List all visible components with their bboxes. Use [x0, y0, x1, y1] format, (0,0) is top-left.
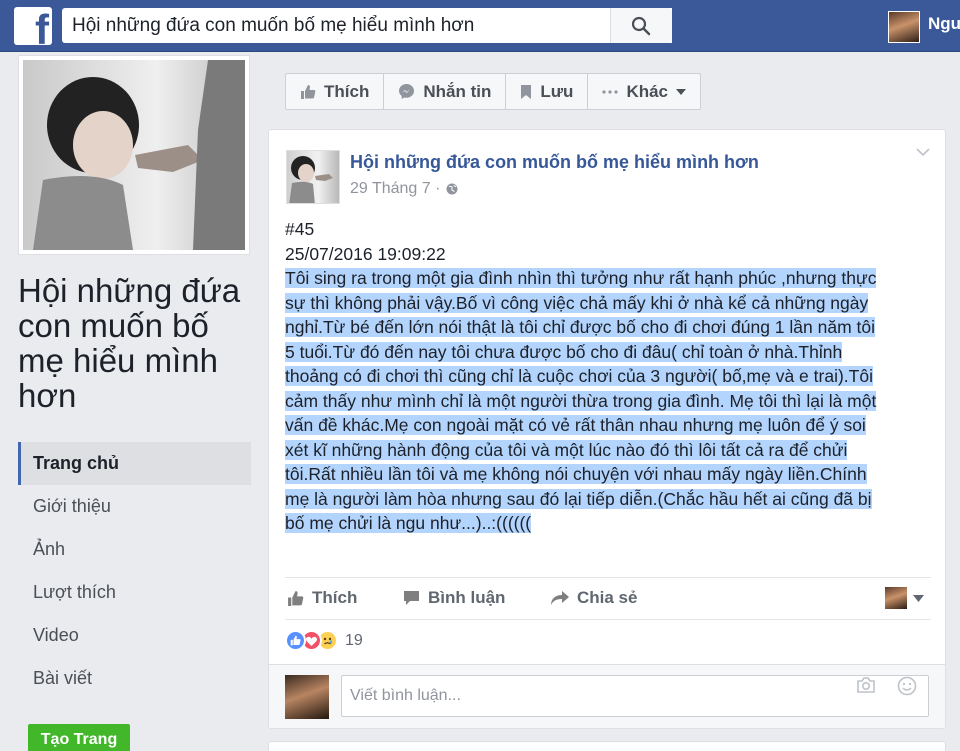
divider [285, 619, 931, 620]
comment-input[interactable]: Viết bình luận... [341, 675, 929, 717]
post-text-line: xét kĩ những hành động của tôi và một lú… [285, 439, 848, 460]
facebook-logo[interactable]: f [14, 7, 52, 45]
like-page-label: Thích [324, 81, 370, 101]
bookmark-icon [521, 84, 532, 99]
reaction-count[interactable]: 19 [345, 632, 363, 650]
save-button[interactable]: Lưu [506, 74, 589, 109]
post-author-avatar[interactable] [286, 150, 340, 204]
reactions-summary[interactable]: 19 [285, 630, 363, 651]
comment-icon [404, 591, 419, 605]
post-text-line: sự thì không phải vậy.Bố vì công việc ch… [285, 292, 869, 313]
like-icon [301, 84, 316, 99]
nav-item-likes[interactable]: Lượt thích [18, 571, 251, 614]
user-avatar[interactable] [888, 11, 920, 43]
globe-icon [446, 183, 458, 195]
profile-image [23, 60, 245, 250]
message-button[interactable]: Nhắn tin [384, 74, 507, 109]
next-post-card [268, 741, 946, 751]
post-text-line: nghỉ.Từ bé đến lớn nói thật là tôi chỉ đ… [285, 317, 876, 337]
save-label: Lưu [540, 81, 574, 101]
logo-letter: f [35, 7, 49, 46]
divider [285, 577, 931, 578]
share-icon [551, 590, 569, 605]
post-comment-label: Bình luận [428, 588, 506, 607]
top-bar: f Hội những đứa con muốn bố mẹ hiểu mình… [0, 0, 960, 52]
emoji-icon[interactable] [897, 676, 917, 696]
like-icon [288, 590, 304, 606]
messenger-icon [399, 84, 415, 99]
page-profile-picture[interactable] [18, 55, 250, 255]
post-action-bar: Thích Bình luận Chia sẻ [285, 581, 931, 615]
post-date[interactable]: 29 Tháng 7 · [350, 180, 440, 198]
page-title: Hội những đứa con muốn bố mẹ hiểu mình h… [18, 272, 241, 414]
share-as-avatar[interactable] [885, 587, 907, 609]
chevron-down-icon [676, 88, 687, 95]
comment-composer: Viết bình luận... [269, 664, 945, 728]
post-text-line: Tôi sing ra trong một gia đình nhìn thì … [285, 268, 877, 288]
post-text-line: cảm thấy như mình chỉ là một người thừa … [285, 390, 877, 411]
post-comment-button[interactable]: Bình luận [403, 581, 505, 615]
post-text-line: 5 tuổi.Từ đó đến nay tôi chưa được bố ch… [285, 341, 843, 362]
more-dots-icon [602, 89, 619, 94]
more-button[interactable]: Khác [588, 74, 700, 109]
post-text-line: vấn đề khác.Mẹ con ngoài mặt có vẻ rất t… [285, 415, 866, 435]
chevron-down-icon[interactable] [913, 595, 924, 602]
user-name-link[interactable]: Ngu [928, 14, 960, 34]
post-share-label: Chia sẻ [577, 588, 638, 607]
search-input[interactable]: Hội những đứa con muốn bố mẹ hiểu mình h… [62, 8, 672, 43]
post-meta: 29 Tháng 7 · [350, 180, 458, 198]
nav-item-videos[interactable]: Video [18, 614, 251, 657]
page-navigation: Trang chủ Giới thiệu Ảnh Lượt thích Vide… [18, 442, 251, 700]
search-button[interactable] [610, 8, 672, 43]
commenter-avatar [285, 675, 329, 719]
post-author-name[interactable]: Hội những đứa con muốn bố mẹ hiểu mình h… [350, 152, 759, 173]
post-like-button[interactable]: Thích [287, 581, 357, 615]
post-card: Hội những đứa con muốn bố mẹ hiểu mình h… [268, 129, 946, 729]
create-page-button[interactable]: Tạo Trang [28, 724, 130, 751]
message-label: Nhắn tin [423, 81, 492, 101]
post-number: #45 [285, 219, 315, 239]
post-text-line: bố mẹ chửi là ngu như...)..:(((((( [285, 513, 532, 533]
like-reaction-icon [285, 630, 306, 651]
camera-icon[interactable] [856, 676, 876, 694]
post-timestamp: 25/07/2016 19:09:22 [285, 243, 446, 264]
post-share-button[interactable]: Chia sẻ [551, 581, 637, 615]
nav-item-about[interactable]: Giới thiệu [18, 485, 251, 528]
post-options-chevron-icon[interactable] [916, 148, 930, 157]
post-text-line: mẹ là người làm hòa nhưng sau đó lại tiế… [285, 488, 872, 509]
nav-item-home[interactable]: Trang chủ [18, 442, 251, 485]
post-body: #45 25/07/2016 19:09:22 Tôi sing ra tron… [285, 217, 933, 536]
page-action-bar: Thích Nhắn tin Lưu Khác [285, 73, 702, 110]
nav-item-posts[interactable]: Bài viết [18, 657, 251, 700]
more-label: Khác [626, 81, 669, 101]
search-icon [631, 16, 651, 36]
post-like-label: Thích [312, 588, 358, 607]
like-page-button[interactable]: Thích [286, 74, 385, 109]
post-text-line: tôi.Rất nhiều lần tôi và mẹ không nói ch… [285, 464, 867, 484]
nav-item-photos[interactable]: Ảnh [18, 528, 251, 571]
post-text-line: thoảng có đi chơi thì cũng chỉ là cuộc c… [285, 366, 873, 386]
